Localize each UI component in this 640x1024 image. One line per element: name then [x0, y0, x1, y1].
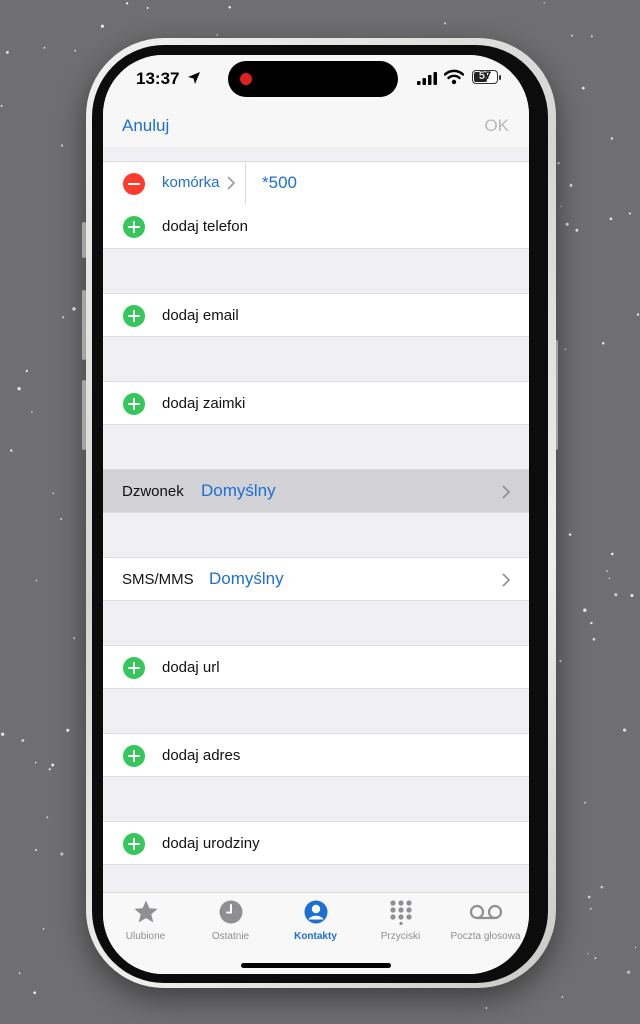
cellular-signal-icon [417, 72, 437, 85]
battery-level: 57 [478, 70, 492, 82]
remove-phone-icon[interactable] [123, 173, 145, 195]
battery-cap [499, 75, 501, 80]
phone-number-field[interactable]: *500 [262, 173, 297, 193]
add-icon [123, 833, 145, 855]
add-pronouns-label: dodaj zaimki [162, 395, 246, 412]
cancel-button[interactable]: Anuluj [122, 116, 169, 136]
text-tone-row[interactable]: SMS/MMS Domyślny [103, 557, 529, 601]
text-tone-label: SMS/MMS [122, 571, 194, 588]
add-icon [123, 657, 145, 679]
add-url-label: dodaj url [162, 659, 220, 676]
status-bar: 13:37 57 [103, 55, 529, 107]
tab-label: Poczta głosowa [450, 931, 521, 942]
dynamic-island [228, 61, 398, 97]
tab-voicemail[interactable]: Poczta głosowa [443, 893, 528, 953]
chevron-right-icon [502, 485, 510, 499]
add-birthday-row[interactable]: dodaj urodziny [103, 821, 529, 865]
add-address-label: dodaj adres [162, 747, 241, 764]
contact-edit-form: komórka *500 dodaj telefon dodaj email d… [103, 147, 529, 892]
add-phone-row[interactable]: dodaj telefon [103, 205, 529, 249]
voicemail-icon [469, 904, 503, 920]
tab-label: Ulubione [125, 931, 166, 942]
recording-indicator-icon [240, 73, 252, 85]
phone-label-selector[interactable]: komórka [162, 174, 220, 191]
add-address-row[interactable]: dodaj adres [103, 733, 529, 777]
tab-bar: Ulubione Ostatnie Kontakty Przyciski Poc… [103, 892, 529, 974]
add-email-row[interactable]: dodaj email [103, 293, 529, 337]
navigation-bar: Anuluj OK [103, 107, 529, 148]
phone-screen: 13:37 57 Anuluj OK komórka *500 dodaj te… [103, 55, 529, 974]
location-arrow-icon [188, 72, 200, 84]
person-circle-icon [304, 900, 328, 924]
tab-label: Przyciski [380, 931, 421, 942]
add-birthday-label: dodaj urodziny [162, 835, 260, 852]
add-url-row[interactable]: dodaj url [103, 645, 529, 689]
keypad-icon [390, 900, 412, 925]
ringtone-row[interactable]: Dzwonek Domyślny [103, 469, 529, 513]
tab-contacts[interactable]: Kontakty [273, 893, 358, 953]
text-tone-value: Domyślny [209, 569, 284, 588]
add-icon [123, 745, 145, 767]
chevron-right-icon [227, 176, 235, 190]
add-email-label: dodaj email [162, 307, 239, 324]
ringtone-label: Dzwonek [122, 483, 184, 500]
tab-favorites[interactable]: Ulubione [103, 893, 188, 953]
wifi-icon [444, 69, 464, 85]
add-icon [123, 305, 145, 327]
star-icon [134, 900, 158, 923]
chevron-right-icon [502, 573, 510, 587]
tab-keypad[interactable]: Przyciski [358, 893, 443, 953]
tab-label: Kontakty [294, 931, 337, 942]
add-pronouns-row[interactable]: dodaj zaimki [103, 381, 529, 425]
tab-recents[interactable]: Ostatnie [188, 893, 273, 953]
clock-icon [219, 900, 243, 924]
ringtone-value: Domyślny [201, 481, 276, 500]
add-icon [123, 393, 145, 415]
tab-label: Ostatnie [211, 931, 250, 942]
home-indicator [241, 963, 391, 968]
done-button[interactable]: OK [484, 116, 509, 136]
vertical-divider [245, 162, 246, 205]
battery-icon: 57 [472, 70, 498, 84]
status-time: 13:37 [136, 69, 180, 88]
add-phone-label: dodaj telefon [162, 218, 248, 235]
phone-number-row: komórka *500 [103, 161, 529, 206]
add-icon [123, 216, 145, 238]
